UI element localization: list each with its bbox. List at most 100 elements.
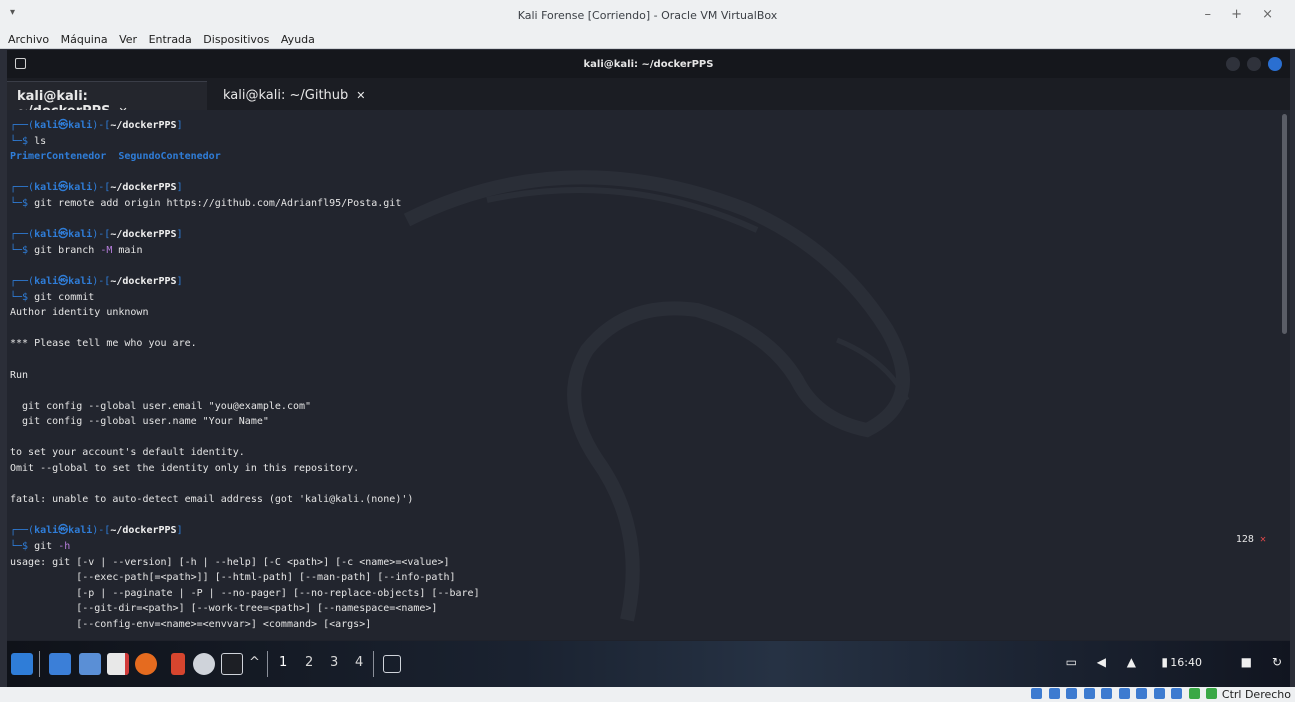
exit-code-indicator: 128 ✕ bbox=[1236, 534, 1266, 545]
firefox-icon[interactable] bbox=[135, 653, 157, 675]
help-line: [-p | --paginate | -P | --no-pager] [--n… bbox=[10, 587, 480, 599]
ls-item: PrimerContenedor bbox=[10, 151, 107, 163]
prompt-path: ~/dockerPPS bbox=[110, 120, 177, 131]
cmd-branch: git branch bbox=[34, 244, 101, 256]
volume-icon[interactable]: ◀ bbox=[1097, 655, 1106, 669]
clock[interactable]: 16:40 bbox=[1170, 656, 1202, 669]
output-line: to set your account's default identity. bbox=[10, 447, 245, 459]
cmd-branch-arg: main bbox=[112, 244, 143, 256]
shared-folders-icon[interactable] bbox=[1118, 688, 1130, 699]
terminal-task-icon[interactable] bbox=[383, 655, 401, 673]
cmd-commit: git commit bbox=[34, 291, 95, 303]
cmd-ls: ls bbox=[34, 135, 47, 147]
network-icon[interactable] bbox=[1083, 688, 1095, 699]
prompt-path: ~/dockerPPS bbox=[110, 525, 177, 537]
tab-label: kali@kali: ~/Github bbox=[223, 88, 349, 103]
notification-bell-icon[interactable]: ▲ bbox=[1127, 655, 1136, 669]
workspace-2[interactable]: 2 bbox=[305, 655, 313, 670]
prompt-user: kali㉿kali bbox=[34, 182, 93, 194]
terminal-window-buttons bbox=[1222, 57, 1282, 74]
screen-icon[interactable]: ▭ bbox=[1066, 655, 1077, 669]
display-icon[interactable] bbox=[1136, 688, 1147, 699]
menu-dispositivos[interactable]: Dispositivos bbox=[199, 31, 273, 46]
usb-icon[interactable] bbox=[1101, 688, 1112, 699]
guest-screen: kali@kali: ~/dockerPPS kali@kali: ~/dock… bbox=[7, 50, 1290, 687]
harddisk-icon[interactable] bbox=[1031, 688, 1042, 699]
cmd-help-option: -h bbox=[58, 541, 71, 553]
logout-icon[interactable]: ↻ bbox=[1272, 655, 1282, 669]
help-line: [--config-env=<name>=<envvar>] <command>… bbox=[10, 619, 372, 630]
mouse-integration-icon[interactable] bbox=[1188, 688, 1200, 699]
launcher-expand-icon[interactable]: ^ bbox=[249, 655, 260, 670]
show-desktop-icon[interactable] bbox=[49, 653, 71, 675]
output-line: git config --global user.email "you@exam… bbox=[10, 400, 312, 412]
error-x-icon: ✕ bbox=[1259, 534, 1266, 545]
terminal-scrollbar[interactable] bbox=[1282, 114, 1287, 334]
cmd-branch-option: -M bbox=[100, 244, 113, 256]
workspace-3[interactable]: 3 bbox=[330, 655, 338, 670]
exit-code: 128 bbox=[1235, 534, 1254, 545]
maximize-button[interactable] bbox=[1246, 57, 1261, 71]
cmd-remote: git remote add origin https://github.com… bbox=[34, 197, 402, 209]
prompt-user: kali㉿kali bbox=[34, 229, 93, 241]
terminal-titlebar: kali@kali: ~/dockerPPS bbox=[7, 50, 1290, 78]
close-button[interactable] bbox=[1268, 57, 1282, 71]
keyboard-icon[interactable] bbox=[1206, 688, 1217, 699]
tab-github[interactable]: kali@kali: ~/Github ✕ bbox=[213, 81, 393, 110]
help-line: [--exec-path[=<path>]] [--html-path] [--… bbox=[10, 572, 456, 584]
prompt-path: ~/dockerPPS bbox=[110, 182, 177, 194]
window-controls[interactable]: – + × bbox=[1204, 7, 1281, 22]
workspace-4[interactable]: 4 bbox=[355, 655, 363, 670]
prompt-user: kali㉿kali bbox=[34, 525, 93, 537]
divider bbox=[267, 651, 268, 677]
menu-ayuda[interactable]: Ayuda bbox=[277, 31, 319, 46]
kali-menu-icon[interactable] bbox=[11, 653, 33, 675]
vbox-window-title: Kali Forense [Corriendo] - Oracle VM Vir… bbox=[517, 9, 778, 22]
ls-item: SegundoContenedor bbox=[118, 151, 221, 163]
prompt-user: kali㉿kali bbox=[34, 275, 93, 287]
menu-entrada[interactable]: Entrada bbox=[145, 31, 196, 46]
divider bbox=[373, 651, 374, 677]
terminal-launcher-icon[interactable] bbox=[221, 653, 243, 675]
vbox-statusbar: Ctrl Derecho bbox=[0, 687, 1295, 702]
help-line: usage: git [-v | --version] [-h | --help… bbox=[10, 556, 450, 568]
output-line: git config --global user.name "Your Name… bbox=[10, 416, 269, 428]
output-line: Author identity unknown bbox=[10, 307, 149, 319]
audio-icon[interactable] bbox=[1066, 688, 1077, 699]
prompt-user: kali㉿kali bbox=[34, 120, 93, 131]
vbox-menubar: Archivo Máquina Ver Entrada Dispositivos… bbox=[0, 31, 1295, 49]
metasploit-icon[interactable] bbox=[193, 653, 215, 675]
terminal-area[interactable]: ┌──(kali㉿kali)-[~/dockerPPS] └─$ ls Prim… bbox=[7, 110, 1290, 640]
cmd-help: git bbox=[34, 541, 59, 553]
terminal-tabbar: kali@kali: ~/dockerPPS✕ kali@kali: ~/Git… bbox=[7, 78, 1290, 119]
output-line: fatal: unable to auto-detect email addre… bbox=[10, 494, 414, 506]
tab-dockerpps[interactable]: kali@kali: ~/dockerPPS✕ bbox=[7, 81, 207, 119]
vbox-device-icons bbox=[1028, 688, 1217, 702]
terminal-output: ┌──(kali㉿kali)-[~/dockerPPS] └─$ ls Prim… bbox=[10, 120, 480, 630]
kali-panel: ^ 1 2 3 4 16:40 ▭ ◀ ▲ ▮ ■ ↻ bbox=[7, 641, 1290, 687]
output-line: Run bbox=[10, 369, 29, 381]
prompt-path: ~/dockerPPS bbox=[110, 275, 177, 287]
recording-icon[interactable] bbox=[1153, 688, 1165, 699]
cpu-icon[interactable] bbox=[1171, 688, 1182, 699]
output-line: *** Please tell me who you are. bbox=[10, 338, 197, 350]
output-line: Omit --global to set the identity only i… bbox=[10, 463, 360, 475]
host-key-label: Ctrl Derecho bbox=[1221, 688, 1291, 701]
text-editor-icon[interactable] bbox=[107, 653, 129, 675]
lock-icon[interactable]: ■ bbox=[1241, 655, 1252, 669]
tab-close-icon[interactable]: ✕ bbox=[356, 89, 365, 102]
minimize-button[interactable] bbox=[1225, 57, 1240, 71]
optical-drive-icon[interactable] bbox=[1048, 688, 1060, 699]
divider bbox=[39, 651, 40, 677]
menu-ver[interactable]: Ver bbox=[115, 31, 141, 46]
help-line: [--git-dir=<path>] [--work-tree=<path>] … bbox=[10, 603, 438, 615]
workspace-1[interactable]: 1 bbox=[279, 655, 287, 670]
menu-archivo[interactable]: Archivo bbox=[0, 31, 53, 46]
menu-maquina[interactable]: Máquina bbox=[57, 31, 112, 46]
battery-icon[interactable]: ▮ bbox=[1161, 655, 1168, 669]
vbox-titlebar: ▾ Kali Forense [Corriendo] - Oracle VM V… bbox=[0, 0, 1295, 31]
terminal-window-title: kali@kali: ~/dockerPPS bbox=[583, 59, 714, 70]
file-manager-icon[interactable] bbox=[79, 653, 101, 675]
prompt-path: ~/dockerPPS bbox=[110, 229, 177, 241]
burpsuite-icon[interactable] bbox=[171, 653, 185, 675]
